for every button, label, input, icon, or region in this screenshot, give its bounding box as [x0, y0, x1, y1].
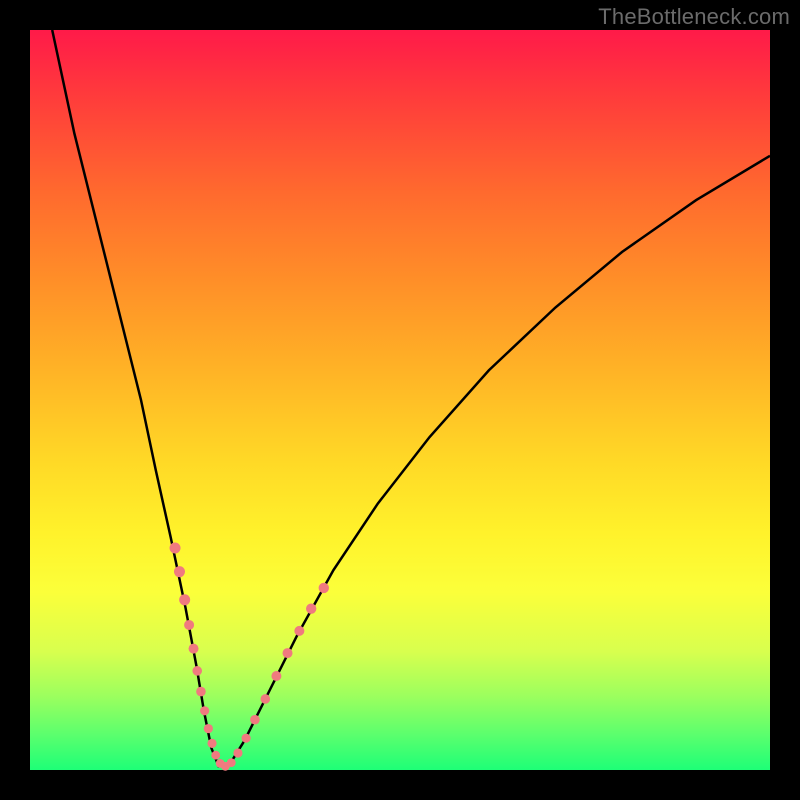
- scatter-dot: [306, 603, 316, 613]
- scatter-dot: [233, 748, 242, 757]
- scatter-dot: [261, 694, 271, 704]
- scatter-dot: [283, 648, 293, 658]
- chart-frame: TheBottleneck.com: [0, 0, 800, 800]
- scatter-dot: [294, 626, 304, 636]
- scatter-dot: [319, 583, 329, 593]
- watermark-text: TheBottleneck.com: [598, 4, 790, 30]
- scatter-dot: [204, 724, 213, 733]
- scatter-dot: [207, 739, 216, 748]
- bottleneck-curve: [52, 30, 770, 766]
- scatter-dot: [192, 666, 202, 676]
- scatter-dot: [189, 644, 199, 654]
- scatter-dot: [200, 706, 209, 715]
- scatter-dot: [271, 671, 281, 681]
- scatter-dot: [211, 751, 220, 760]
- chart-svg: [30, 30, 770, 770]
- scatter-dot: [227, 758, 236, 767]
- scatter-dot: [250, 715, 260, 725]
- scatter-dot: [179, 594, 190, 605]
- scatter-dot: [174, 566, 185, 577]
- plot-area: [30, 30, 770, 770]
- scatter-dot: [196, 687, 206, 697]
- scatter-dot: [184, 620, 194, 630]
- scatter-dot: [241, 734, 250, 743]
- scatter-dot: [170, 543, 181, 554]
